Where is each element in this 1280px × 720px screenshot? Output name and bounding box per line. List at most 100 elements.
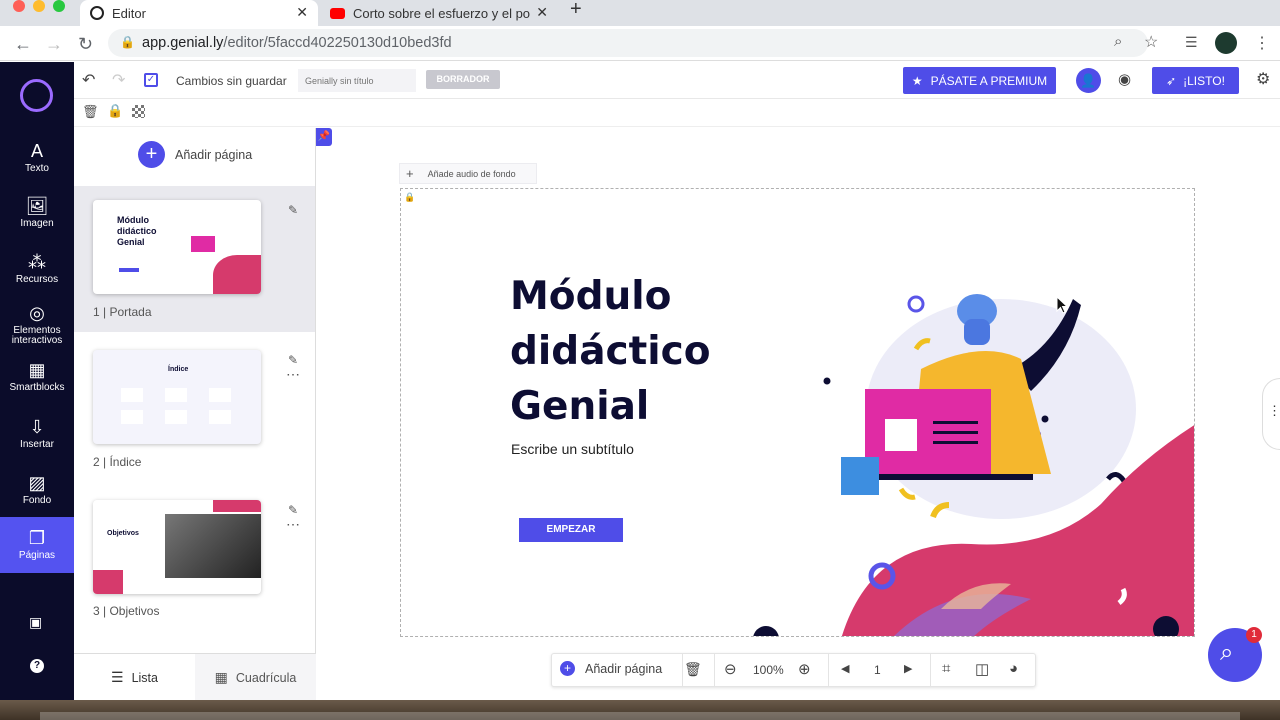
profile-avatar[interactable] [1215, 32, 1237, 54]
redo-icon[interactable]: ↷ [112, 70, 125, 90]
more-options-icon[interactable]: ⋯ [286, 366, 300, 383]
preview-eye-icon[interactable]: ◉ [1118, 70, 1131, 88]
slide-title-line: Genial [510, 384, 650, 429]
editor-sidebar: A Texto 🖼 Imagen ⁂ Recursos ◎ Elementos … [0, 62, 74, 700]
save-status-icon: ✓ [144, 73, 158, 87]
draft-badge: BORRADOR [426, 70, 500, 89]
magic-wand-icon[interactable]: ✎ [288, 353, 298, 367]
palette-icon[interactable]: ◕ [1009, 660, 1018, 677]
magic-wand-icon[interactable]: ✎ [288, 503, 298, 517]
more-vertical-icon: ⋮ [1268, 403, 1280, 418]
trash-icon[interactable]: 🗑 [82, 104, 99, 120]
genially-favicon-icon [90, 6, 104, 20]
magic-wand-icon[interactable]: ✎ [288, 203, 298, 217]
genially-title-input[interactable] [298, 69, 416, 92]
url-path: /editor/5faccd402250130d10bed3fd [223, 35, 452, 51]
sidebar-item-smartblocks[interactable]: ▦ Smartblocks [0, 359, 74, 393]
add-audio-label: Añade audio de fondo [427, 168, 516, 179]
fit-screen-icon[interactable]: ⌗ [942, 660, 950, 677]
view-list-button[interactable]: ☰ Lista [74, 654, 195, 701]
add-audio-button[interactable]: + Añade audio de fondo [399, 163, 537, 184]
briefcase-icon[interactable]: ▣ [29, 614, 42, 631]
transparency-icon[interactable] [132, 105, 145, 118]
page-item-indice[interactable]: Índice ✎ ⋯ 2 | Índice [74, 336, 315, 482]
tab-video[interactable]: Corto sobre el esfuerzo y el po ✕ [320, 0, 558, 26]
image-icon: 🖼 [25, 196, 49, 216]
slide-subtitle[interactable]: Escribe un subtítulo [511, 441, 634, 457]
add-page-bottom-button[interactable]: + Añadir página [560, 661, 662, 676]
thumb-card [209, 410, 231, 424]
ready-button[interactable]: ➶ ¡LISTO! [1152, 67, 1239, 94]
add-page-button[interactable]: + Añadir página [138, 141, 252, 168]
view-grid-label: Cuadrícula [235, 670, 297, 685]
sidebar-item-paginas[interactable]: ❐ Páginas [0, 517, 74, 573]
bookmark-star-icon[interactable]: ☆ [1144, 32, 1158, 52]
slide-title[interactable]: Módulo didáctico Genial [510, 269, 711, 434]
hero-illustration[interactable] [801, 279, 1195, 637]
page-thumbnail[interactable]: Módulo didáctico Genial [93, 200, 261, 294]
slide-canvas[interactable]: 🔒 Módulo didáctico Genial Escribe un sub… [400, 188, 1195, 637]
tab-editor[interactable]: Editor ✕ [80, 0, 318, 26]
thumb-title: Objetivos [107, 530, 139, 537]
sidebar-item-insertar[interactable]: ⇩ Insertar [0, 416, 74, 450]
url-field[interactable]: 🔒 app.genial.ly/editor/5faccd402250130d1… [108, 29, 1158, 57]
help-icon[interactable]: ? [30, 659, 44, 673]
lock-icon[interactable]: 🔒 [404, 192, 415, 203]
editor-toolbar: ↶ ↷ ✓ Cambios sin guardar BORRADOR ★ PÁS… [74, 62, 1280, 99]
sidebar-item-recursos[interactable]: ⁂ Recursos [0, 251, 74, 285]
undo-icon[interactable]: ↶ [82, 70, 95, 90]
genially-logo[interactable] [20, 79, 53, 112]
compare-icon[interactable]: ◫ [975, 660, 989, 678]
maximize-window-icon[interactable] [53, 0, 65, 12]
page-item-objetivos[interactable]: Objetivos ✎ ⋯ 3 | Objetivos [74, 486, 315, 632]
lock-icon: 🔒 [120, 35, 135, 49]
page-thumbnail[interactable]: Objetivos [93, 500, 261, 594]
sidebar-item-texto[interactable]: A Texto [0, 140, 74, 174]
close-tab-icon[interactable]: ✕ [296, 4, 308, 21]
settings-gear-icon[interactable]: ⚙ [1256, 69, 1270, 89]
minimize-window-icon[interactable] [33, 0, 45, 12]
reading-list-icon[interactable]: ☰ [1185, 34, 1198, 51]
thumb-card [165, 388, 187, 402]
browser-menu-icon[interactable]: ⋮ [1254, 33, 1270, 53]
close-window-icon[interactable] [13, 0, 25, 12]
chat-support-button[interactable]: ⌕ 1 [1208, 627, 1262, 682]
delete-page-icon[interactable]: 🗑 [684, 661, 702, 678]
sidebar-item-fondo[interactable]: ▨ Fondo [0, 472, 74, 506]
sidebar-item-imagen[interactable]: 🖼 Imagen [0, 195, 74, 229]
lock-icon[interactable]: 🔒 [107, 103, 123, 119]
premium-button[interactable]: ★ PÁSATE A PREMIUM [903, 67, 1056, 94]
smartblocks-icon: ▦ [28, 360, 46, 380]
zoom-in-icon[interactable]: ⊕ [798, 660, 811, 678]
next-page-icon[interactable]: ▶ [904, 662, 912, 675]
view-grid-button[interactable]: ▦ Cuadrícula [195, 654, 316, 701]
prev-page-icon[interactable]: ◀ [841, 662, 849, 675]
zoom-search-icon[interactable]: ⌕ [1114, 33, 1122, 50]
thumb-card [121, 410, 143, 424]
new-tab-icon[interactable]: + [570, 0, 582, 21]
thumb-title: Índice [168, 366, 189, 373]
zoom-out-icon[interactable]: ⊖ [724, 660, 737, 678]
back-icon[interactable]: ← [14, 34, 32, 55]
reload-icon[interactable]: ↻ [78, 34, 93, 55]
mouse-cursor [1056, 296, 1068, 314]
page-item-portada[interactable]: Módulo didáctico Genial ✎ 1 | Portada [74, 186, 315, 332]
sidebar-item-interactivos[interactable]: ◎ Elementos interactivos [0, 302, 74, 346]
collaborators-icon[interactable]: 👤 [1076, 68, 1101, 93]
youtube-favicon-icon [330, 7, 345, 19]
slide-title-line: didáctico [510, 329, 711, 374]
close-tab-icon[interactable]: ✕ [536, 4, 548, 21]
page-thumbnail[interactable]: Índice [93, 350, 261, 444]
pin-panel-icon[interactable]: 📌 [316, 128, 332, 146]
thumb-shape [213, 500, 261, 512]
sidebar-item-label: Páginas [18, 550, 56, 561]
background-icon: ▨ [28, 473, 46, 493]
sidebar-item-label: Texto [25, 163, 49, 174]
text-icon: A [30, 141, 43, 161]
more-options-icon[interactable]: ⋯ [286, 516, 300, 533]
right-panel-handle[interactable]: ⋮ [1262, 378, 1280, 450]
pages-panel: + Añadir página Módulo didáctico Genial … [74, 128, 316, 700]
forward-icon[interactable]: → [45, 34, 63, 55]
thumb-button [119, 268, 139, 272]
start-button[interactable]: EMPEZAR [519, 518, 623, 542]
